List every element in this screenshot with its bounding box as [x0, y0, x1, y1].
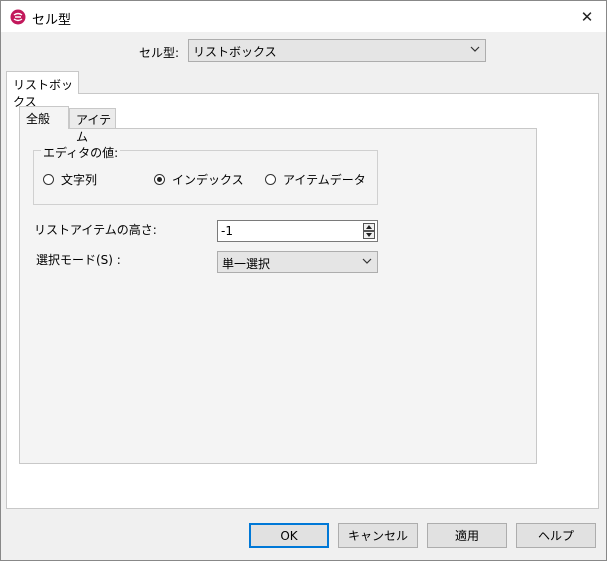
radio-selected-icon [154, 174, 165, 185]
editor-value-label: エディタの値: [41, 144, 121, 161]
help-button[interactable]: ヘルプ [516, 523, 596, 548]
cancel-button[interactable]: キャンセル [338, 523, 418, 548]
list-item-height-spinner[interactable]: -1 [217, 220, 378, 242]
cell-type-dialog: セル型 ✕ セル型: リストボックス リストボックス 全般 アイテム エディタの… [0, 0, 607, 561]
celltype-label: セル型: [139, 46, 180, 60]
list-item-height-label: リストアイテムの高さ: [34, 223, 157, 237]
title-bar: セル型 ✕ [1, 1, 606, 32]
radio-icon [43, 174, 54, 185]
radio-itemdata-label: アイテムデータ [283, 173, 366, 187]
chevron-down-icon [470, 46, 480, 52]
selection-mode-label: 選択モード(S) : [36, 253, 121, 267]
spin-up-icon[interactable] [363, 223, 375, 231]
radio-string[interactable]: 文字列 [43, 171, 97, 188]
radio-itemdata[interactable]: アイテムデータ [265, 171, 366, 188]
list-item-height-value: -1 [221, 224, 233, 238]
selection-mode-value: 単一選択 [222, 257, 271, 271]
radio-index[interactable]: インデックス [154, 171, 244, 188]
spin-down-icon[interactable] [363, 231, 375, 239]
apply-button[interactable]: 適用 [427, 523, 507, 548]
window-title: セル型 [32, 13, 72, 28]
tab-item[interactable]: アイテム [69, 108, 116, 144]
selection-mode-dropdown[interactable]: 単一選択 [217, 251, 378, 273]
tab-listbox[interactable]: リストボックス [6, 71, 79, 109]
radio-icon [265, 174, 276, 185]
tab-general[interactable]: 全般 [19, 106, 69, 129]
celltype-value: リストボックス [193, 45, 277, 59]
app-logo-icon [10, 9, 26, 25]
radio-string-label: 文字列 [61, 173, 98, 187]
chevron-down-icon [362, 258, 372, 264]
close-icon[interactable]: ✕ [572, 3, 602, 30]
radio-index-label: インデックス [172, 173, 244, 187]
celltype-dropdown[interactable]: リストボックス [188, 39, 486, 62]
ok-button[interactable]: OK [249, 523, 329, 548]
